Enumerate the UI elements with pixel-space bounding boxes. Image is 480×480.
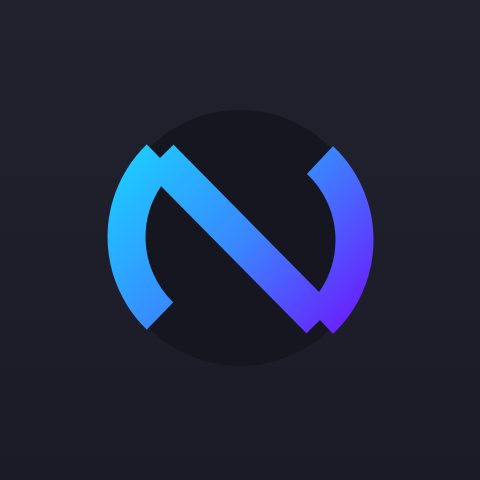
letter-n-ring-logo-icon <box>0 0 480 480</box>
app-icon-tile <box>0 0 480 480</box>
